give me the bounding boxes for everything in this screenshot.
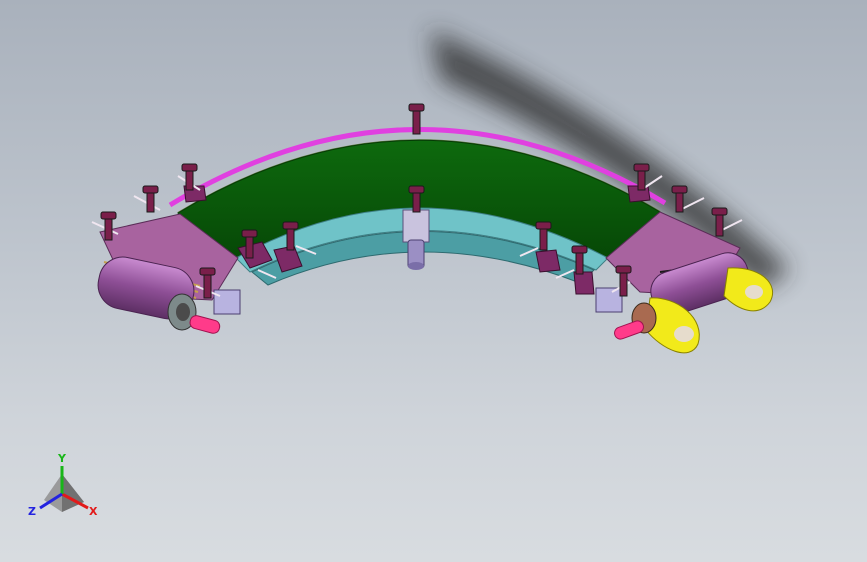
guide-bracket-right-1[interactable] <box>535 249 561 273</box>
knob-right-lower[interactable] <box>611 265 632 297</box>
left-support-clamp[interactable] <box>213 289 241 315</box>
right-drive-shaft[interactable] <box>613 319 645 341</box>
triad-x-label: X <box>89 505 98 518</box>
triad-base-shade <box>62 474 84 512</box>
cad-viewport[interactable]: X Y Z <box>0 0 867 562</box>
center-support-clamp[interactable] <box>402 209 430 243</box>
triad-y-label: Y <box>57 452 67 465</box>
left-roller-hub <box>176 303 190 321</box>
left-drive-shaft[interactable] <box>189 314 221 334</box>
triad-z-label: Z <box>28 505 36 518</box>
guide-bracket-right-2[interactable] <box>573 271 595 295</box>
view-orientation-triad[interactable]: X Y Z <box>28 452 98 518</box>
knob-outer-left-2[interactable] <box>133 185 161 213</box>
center-support-foot <box>408 262 424 270</box>
drive-bracket-front-hole <box>674 326 694 342</box>
right-support-clamp[interactable] <box>595 287 623 313</box>
curved-conveyor-model[interactable] <box>91 103 773 354</box>
drive-bracket-rear-hole <box>745 285 763 299</box>
